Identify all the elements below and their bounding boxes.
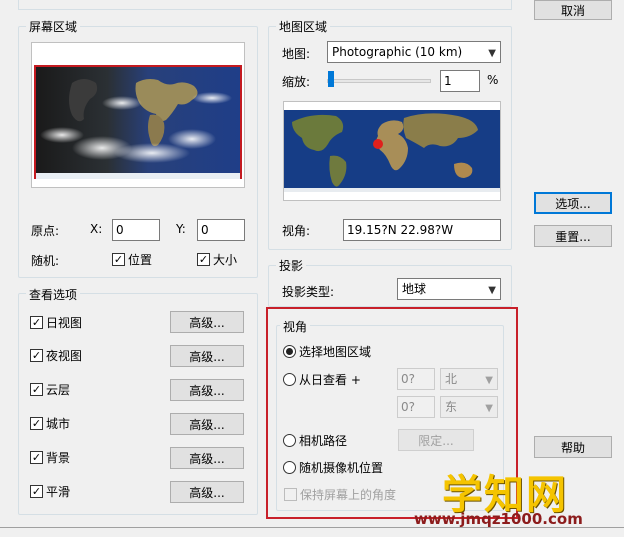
- projection-title: 投影: [276, 257, 307, 274]
- zoom-input[interactable]: 1: [440, 70, 480, 92]
- cancel-button[interactable]: 取消: [534, 0, 612, 20]
- y-label: Y:: [176, 222, 186, 236]
- zoom-slider-thumb[interactable]: [328, 71, 334, 87]
- checkmark-icon: ✓: [30, 316, 43, 329]
- checkmark-icon: ✓: [197, 253, 210, 266]
- random-size-checkbox[interactable]: ✓ 大小: [197, 251, 237, 268]
- x-label: X:: [90, 222, 103, 236]
- projection-type-value: 地球: [402, 282, 427, 296]
- random-size-label: 大小: [213, 253, 238, 267]
- clouds-label: 云层: [46, 383, 71, 397]
- chevron-down-icon: ▼: [488, 48, 496, 59]
- map-area-title: 地图区域: [276, 18, 331, 35]
- night-view-label: 夜视图: [46, 349, 83, 363]
- checkmark-icon: ✓: [30, 451, 43, 464]
- background-advanced-button[interactable]: 高级...: [170, 447, 244, 469]
- map-type-select[interactable]: Photographic (10 km) ▼: [327, 41, 501, 63]
- cities-checkbox[interactable]: ✓ 城市: [30, 415, 70, 432]
- map-type-value: Photographic (10 km): [332, 45, 463, 59]
- map-label: 地图:: [282, 47, 311, 61]
- view-coordinates-input[interactable]: 19.15?N 22.98?W: [343, 219, 501, 241]
- checkmark-icon: ✓: [112, 253, 125, 266]
- night-view-checkbox[interactable]: ✓ 夜视图: [30, 347, 82, 364]
- screen-area-title: 屏幕区域: [26, 18, 81, 35]
- help-button[interactable]: 帮助: [534, 436, 612, 458]
- day-view-label: 日视图: [46, 316, 83, 330]
- zoom-unit: %: [487, 73, 499, 87]
- location-marker-icon: [373, 139, 383, 149]
- cities-advanced-button[interactable]: 高级...: [170, 413, 244, 435]
- view-options-title: 查看选项: [26, 286, 81, 303]
- clouds-checkbox[interactable]: ✓ 云层: [30, 381, 70, 398]
- reset-button[interactable]: 重置...: [534, 225, 612, 247]
- clouds-advanced-button[interactable]: 高级...: [170, 379, 244, 401]
- smooth-checkbox[interactable]: ✓ 平滑: [30, 483, 70, 500]
- map-preview-image[interactable]: [283, 101, 501, 201]
- origin-x-input[interactable]: 0: [112, 219, 160, 241]
- day-view-checkbox[interactable]: ✓ 日视图: [30, 314, 82, 331]
- smooth-label: 平滑: [46, 485, 71, 499]
- zoom-slider-track[interactable]: [327, 79, 431, 83]
- cities-label: 城市: [46, 417, 71, 431]
- projection-type-label: 投影类型:: [282, 285, 335, 299]
- checkmark-icon: ✓: [30, 417, 43, 430]
- view-label: 视角:: [282, 224, 311, 238]
- checkmark-icon: ✓: [30, 349, 43, 362]
- options-button[interactable]: 选项...: [534, 192, 612, 214]
- top-panel-edge: [18, 0, 512, 10]
- random-label: 随机:: [31, 254, 60, 268]
- watermark-url: www.jmqz1000.com: [414, 510, 583, 528]
- background-label: 背景: [46, 451, 71, 465]
- random-position-label: 位置: [128, 253, 153, 267]
- origin-label: 原点:: [31, 224, 60, 238]
- zoom-label: 缩放:: [282, 75, 311, 89]
- night-view-advanced-button[interactable]: 高级...: [170, 345, 244, 367]
- screen-preview-image: [31, 42, 245, 188]
- origin-y-input[interactable]: 0: [197, 219, 245, 241]
- random-position-checkbox[interactable]: ✓ 位置: [112, 251, 152, 268]
- day-view-advanced-button[interactable]: 高级...: [170, 311, 244, 333]
- background-checkbox[interactable]: ✓ 背景: [30, 449, 70, 466]
- smooth-advanced-button[interactable]: 高级...: [170, 481, 244, 503]
- chevron-down-icon: ▼: [488, 285, 496, 296]
- checkmark-icon: ✓: [30, 485, 43, 498]
- projection-type-select[interactable]: 地球 ▼: [397, 278, 501, 300]
- checkmark-icon: ✓: [30, 383, 43, 396]
